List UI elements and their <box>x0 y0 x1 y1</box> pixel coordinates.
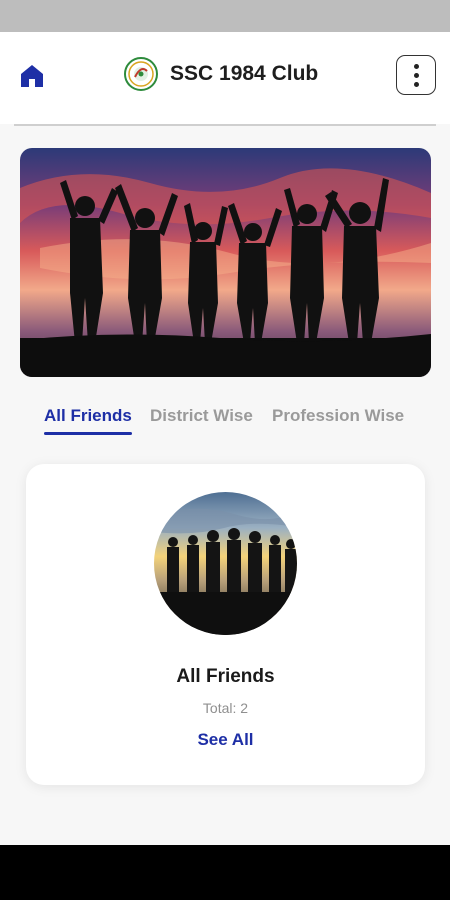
header-divider <box>14 124 436 126</box>
active-tab-indicator <box>44 432 132 435</box>
club-logo <box>124 57 158 91</box>
more-vertical-icon <box>413 63 419 69</box>
friends-card[interactable]: All Friends Total: 2 See All <box>26 464 425 785</box>
friends-group-image <box>154 492 297 635</box>
hero-banner-image <box>20 148 431 377</box>
app-header: SSC 1984 Club <box>0 32 450 124</box>
card-title: All Friends <box>176 666 275 687</box>
status-bar <box>0 0 450 32</box>
see-all-link[interactable]: See All <box>26 730 425 750</box>
tab-all-friends[interactable]: All Friends <box>44 406 132 426</box>
overflow-menu-button[interactable] <box>396 55 436 95</box>
system-navigation-bar <box>0 845 450 900</box>
tab-district-wise[interactable]: District Wise <box>150 406 253 426</box>
home-icon <box>21 65 43 87</box>
tab-profession-wise[interactable]: Profession Wise <box>272 406 404 426</box>
home-button[interactable] <box>14 58 50 94</box>
friends-total-count: Total: 2 <box>202 700 249 716</box>
filter-tabs: All Friends District Wise Profession Wis… <box>0 400 450 440</box>
app-title: SSC 1984 Club <box>170 62 319 85</box>
